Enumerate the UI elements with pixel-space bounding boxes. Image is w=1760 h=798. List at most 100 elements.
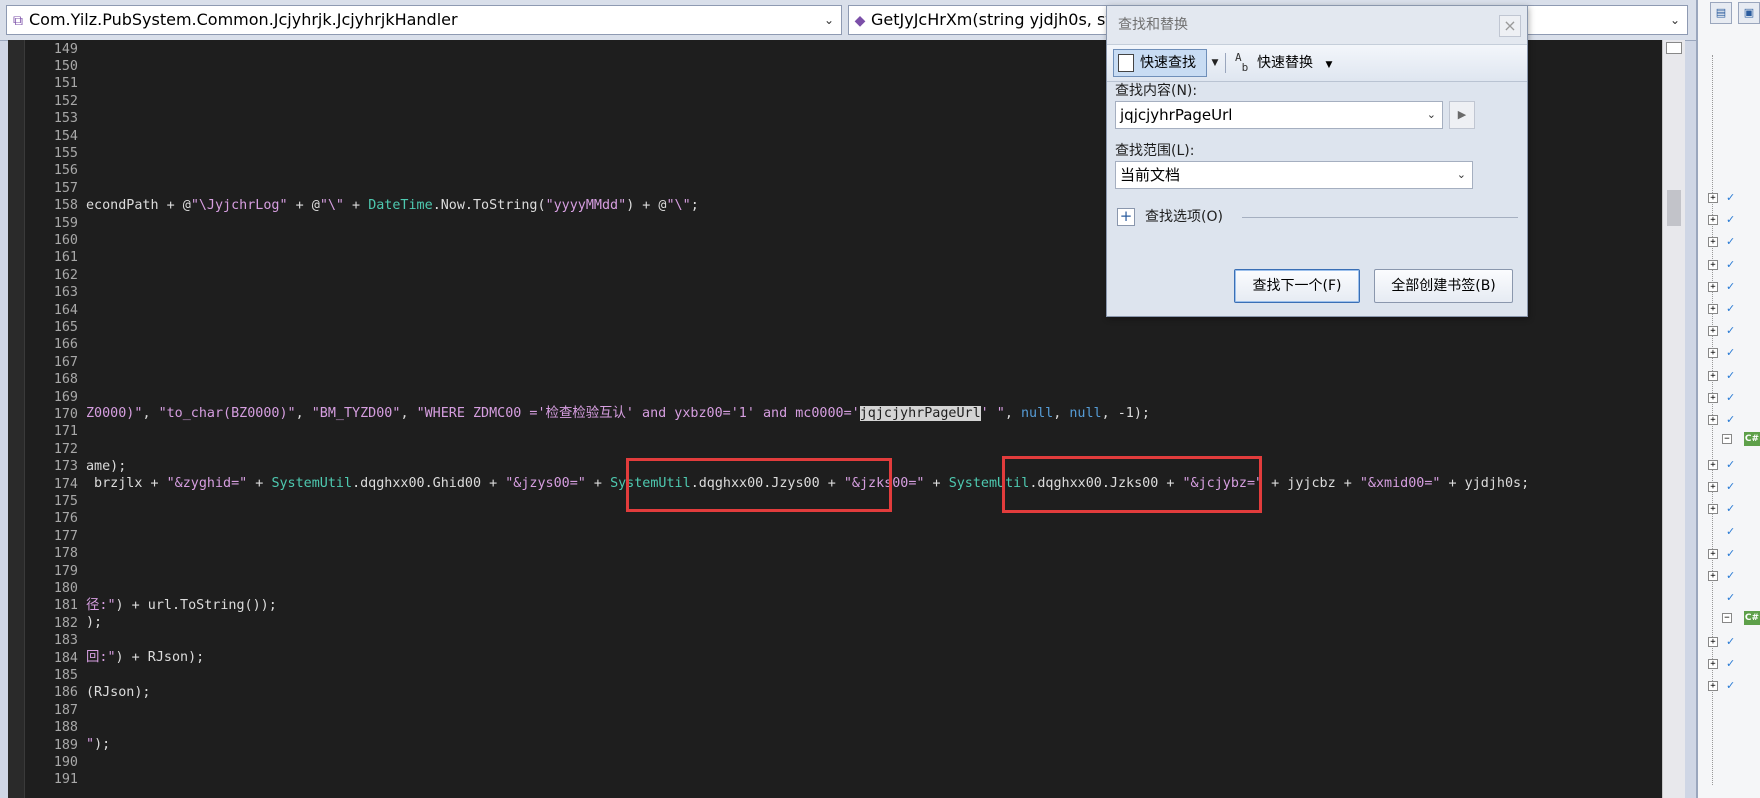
line-number: 162 <box>53 267 78 283</box>
expand-node-icon[interactable]: + <box>1708 482 1718 492</box>
code-line-189: "); <box>86 737 111 752</box>
checked-in-icon: ✓ <box>1726 235 1736 248</box>
expand-node-icon[interactable]: + <box>1708 460 1718 470</box>
line-number: 176 <box>53 511 78 527</box>
expand-node-icon[interactable]: + <box>1708 282 1718 292</box>
expand-node-icon[interactable]: + <box>1708 237 1718 247</box>
bookmark-all-button[interactable]: 全部创建书签(B) <box>1374 269 1513 303</box>
expand-node-icon[interactable]: + <box>1708 215 1718 225</box>
expand-node-icon[interactable]: + <box>1708 193 1718 203</box>
properties-icon[interactable]: ▤ <box>1710 2 1732 24</box>
csharp-project-icon[interactable]: C# <box>1744 432 1760 446</box>
expand-node-icon[interactable]: + <box>1708 348 1718 358</box>
expand-node-icon[interactable]: + <box>1708 571 1718 581</box>
expand-node-icon[interactable]: + <box>1708 549 1718 559</box>
checked-in-icon: ✓ <box>1726 413 1736 426</box>
line-number: 177 <box>53 528 78 544</box>
dialog-title: 查找和替换 <box>1107 6 1527 44</box>
scrollbar-thumb[interactable] <box>1667 190 1681 226</box>
line-number: 166 <box>53 337 78 353</box>
quick-find-dropdown-icon[interactable]: ▼ <box>1208 49 1222 77</box>
find-arrow-button[interactable]: ▶ <box>1449 101 1475 129</box>
line-number: 167 <box>53 354 78 370</box>
expand-node-icon[interactable]: + <box>1708 415 1718 425</box>
checked-in-icon: ✓ <box>1726 569 1736 582</box>
csharp-project-icon[interactable]: C# <box>1744 611 1760 625</box>
split-handle[interactable] <box>1666 42 1682 54</box>
expand-node-icon[interactable]: + <box>1708 326 1718 336</box>
code-line-170: Z0000)", "to_char(BZ0000)", "BM_TYZD00",… <box>86 406 1150 422</box>
expand-node-icon[interactable]: + <box>1708 637 1718 647</box>
expand-node-icon[interactable]: + <box>1708 371 1718 381</box>
line-number: 169 <box>53 389 78 405</box>
expand-node-icon[interactable]: + <box>1708 393 1718 403</box>
options-divider <box>1242 217 1518 218</box>
line-number: 185 <box>53 668 78 683</box>
indicator-margin <box>8 40 25 798</box>
expand-node-icon[interactable]: + <box>1708 304 1718 314</box>
line-number: 151 <box>53 76 78 92</box>
method-combo-text: GetJyJcHrXm(string yjdjh0s, string <box>871 10 1143 29</box>
code-line-182: ); <box>86 615 103 631</box>
checked-in-icon: ✓ <box>1726 391 1736 404</box>
look-in-select[interactable]: 当前文档 ⌄ <box>1115 161 1473 189</box>
find-icon <box>1118 54 1134 72</box>
line-number: 175 <box>53 494 78 509</box>
chevron-down-icon: ⌄ <box>823 13 835 27</box>
find-what-label: 查找内容(N): <box>1115 83 1198 99</box>
quick-find-button[interactable]: 快速查找 <box>1113 49 1207 77</box>
line-number: 158 <box>53 198 78 214</box>
class-icon: ⧉ <box>13 13 23 29</box>
checked-in-icon: ✓ <box>1726 324 1736 337</box>
expand-node-icon[interactable]: + <box>1708 504 1718 514</box>
dialog-toolbar: 快速查找 ▼ A b 快速替换 ▼ <box>1107 44 1527 82</box>
quick-replace-button[interactable]: A b 快速替换 ▼ <box>1231 49 1341 77</box>
line-number: 178 <box>53 546 78 562</box>
line-number: 161 <box>53 250 78 266</box>
line-number: 163 <box>53 285 78 301</box>
collapse-node-icon[interactable]: − <box>1722 613 1732 623</box>
checked-in-icon: ✓ <box>1726 480 1736 493</box>
line-number: 154 <box>53 128 78 144</box>
chevron-down-icon[interactable]: ⌄ <box>1457 162 1466 188</box>
checked-in-icon: ✓ <box>1726 591 1736 604</box>
code-line-181: 径:") + url.ToString()); <box>86 597 277 613</box>
expand-node-icon[interactable]: + <box>1708 659 1718 669</box>
collapse-node-icon[interactable]: − <box>1722 434 1732 444</box>
line-number: 153 <box>53 111 78 127</box>
find-next-button[interactable]: 查找下一个(F) <box>1234 269 1360 303</box>
line-number: 188 <box>53 720 78 736</box>
expand-node-icon[interactable]: + <box>1708 681 1718 691</box>
line-number: 152 <box>53 93 78 109</box>
checked-in-icon: ✓ <box>1726 346 1736 359</box>
find-what-input[interactable]: jqjcjyhrPageUrl ⌄ <box>1115 101 1443 129</box>
line-number: 159 <box>53 215 78 231</box>
line-number: 190 <box>53 755 78 770</box>
expand-node-icon[interactable]: + <box>1708 260 1718 270</box>
show-all-files-icon[interactable]: ▣ <box>1738 2 1760 24</box>
line-number: 172 <box>53 441 78 457</box>
line-number: 174 <box>53 476 78 492</box>
solution-explorer-panel: ▤ ▣ + + + + + + + + + + + + + + + + + + + − C# − C# ✓ ✓ ✓ ✓ ✓ ✓ ✓ ✓ ✓ ✓ ✓… <box>1696 0 1760 798</box>
line-number: 150 <box>53 59 78 74</box>
toolbar-separator <box>1225 53 1226 73</box>
class-combo[interactable]: ⧉ Com.Yilz.PubSystem.Common.Jcjyhrjk.Jcjy… <box>6 5 842 35</box>
chevron-down-icon[interactable]: ⌄ <box>1427 102 1436 128</box>
close-icon[interactable]: × <box>1499 15 1521 37</box>
line-number: 186 <box>53 685 78 701</box>
line-number: 180 <box>53 581 78 596</box>
vertical-scrollbar[interactable] <box>1662 40 1685 798</box>
checked-in-icon: ✓ <box>1726 657 1736 670</box>
find-what-value: jqjcjyhrPageUrl <box>1120 106 1233 124</box>
search-match-highlight: jqjcjyhrPageUrl <box>859 406 981 422</box>
checked-in-icon: ✓ <box>1726 458 1736 471</box>
line-number: 164 <box>53 302 78 318</box>
plus-icon[interactable]: + <box>1117 208 1135 226</box>
checked-in-icon: ✓ <box>1726 369 1736 382</box>
checked-in-icon: ✓ <box>1726 635 1736 648</box>
line-number: 157 <box>53 180 78 196</box>
line-number: 189 <box>53 737 78 753</box>
line-number: 170 <box>53 407 78 422</box>
quick-replace-dropdown-icon[interactable]: ▼ <box>1325 60 1332 70</box>
find-options-label[interactable]: 查找选项(O) <box>1145 206 1223 226</box>
